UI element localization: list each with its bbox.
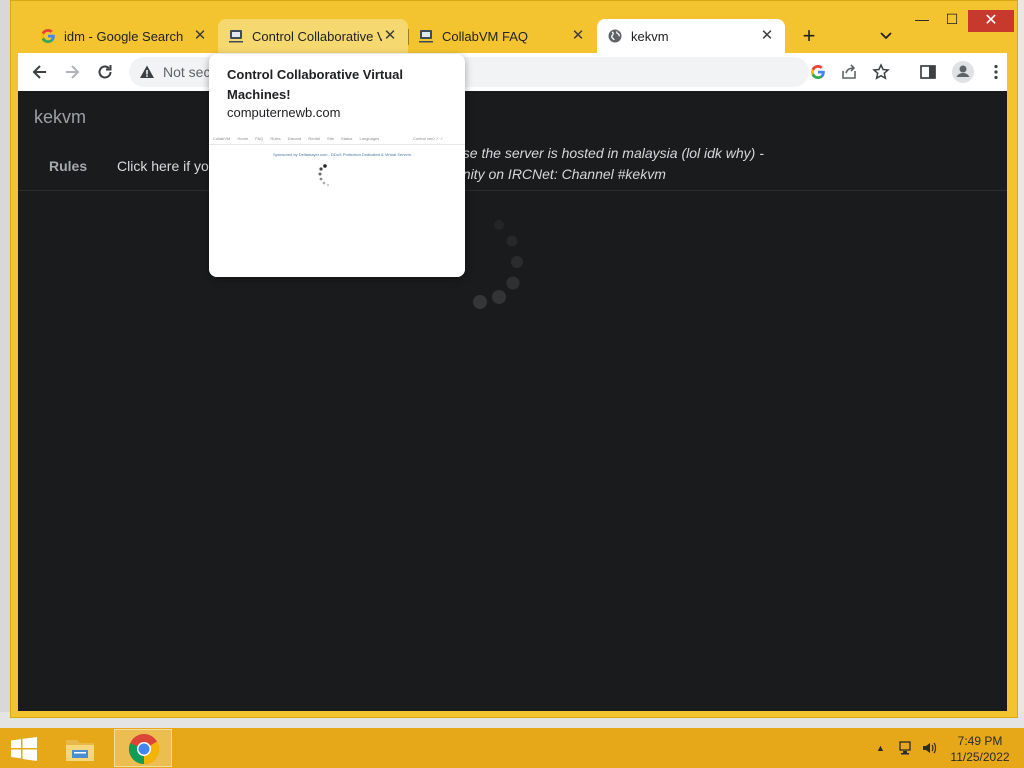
hover-card-preview: CollabVM Home FAQ Rules Discord Reddit S… xyxy=(209,132,465,277)
close-icon[interactable]: ✕ xyxy=(192,28,208,44)
tab-title: idm - Google Search xyxy=(64,28,184,44)
web-page-content: kekvm Rules Click here if yo use the ser… xyxy=(18,91,1007,711)
chrome-icon xyxy=(128,734,160,764)
preview-spinner-icon xyxy=(318,164,330,187)
forward-icon[interactable] xyxy=(62,62,82,82)
message-of-the-day: use the server is hosted in malaysia (lo… xyxy=(455,143,764,185)
chevron-down-icon[interactable] xyxy=(877,27,895,45)
desktop-background-right xyxy=(1018,0,1024,728)
motd-line-2: unity on IRCNet: Channel #kekvm xyxy=(455,166,666,182)
close-icon[interactable]: ✕ xyxy=(570,28,586,44)
globe-icon xyxy=(608,29,622,43)
tab-kekvm[interactable]: kekvm ✕ xyxy=(597,19,785,53)
collabvm-icon xyxy=(419,30,433,43)
side-panel-icon[interactable] xyxy=(919,63,937,81)
tab-title: Control Collaborative Virtual Machines! xyxy=(252,28,382,44)
preview-divider xyxy=(209,144,465,145)
collabvm-icon xyxy=(229,30,243,43)
hover-card-domain: computernewb.com xyxy=(227,105,341,120)
more-menu-icon[interactable] xyxy=(987,63,1005,81)
file-explorer-icon[interactable] xyxy=(60,731,100,767)
new-tab-button[interactable]: + xyxy=(797,25,821,49)
minimize-button[interactable]: — xyxy=(907,11,937,33)
show-hidden-icons-icon[interactable]: ▲ xyxy=(876,743,885,753)
security-status[interactable]: Not sec xyxy=(163,64,210,80)
share-icon[interactable] xyxy=(840,63,858,81)
desktop-background xyxy=(0,0,10,728)
google-icon xyxy=(41,29,55,43)
profile-avatar-icon[interactable] xyxy=(951,60,975,84)
google-lens-icon[interactable] xyxy=(810,64,826,80)
tab-strip: idm - Google Search ✕ Control Collaborat… xyxy=(11,1,1017,55)
tab-title: kekvm xyxy=(631,28,669,44)
reload-icon[interactable] xyxy=(95,62,115,82)
tab-collabvm-faq[interactable]: CollabVM FAQ ✕ xyxy=(408,19,596,53)
tab-hover-card: Control Collaborative Virtual Machines! … xyxy=(209,54,465,277)
close-window-button[interactable]: ✕ xyxy=(968,10,1014,32)
nav-link-rules[interactable]: Rules xyxy=(49,158,87,174)
back-icon[interactable] xyxy=(30,62,50,82)
warning-icon[interactable] xyxy=(139,64,155,80)
browser-window: idm - Google Search ✕ Control Collaborat… xyxy=(10,0,1018,718)
taskbar-chrome-button[interactable] xyxy=(114,729,172,767)
volume-icon[interactable] xyxy=(921,740,937,756)
bookmark-star-icon[interactable] xyxy=(872,63,890,81)
preview-navbar-right: Control vm0 ✓ ✓ xyxy=(413,136,444,141)
motd-line-1: use the server is hosted in malaysia (lo… xyxy=(455,145,764,161)
clock-time[interactable]: 7:49 PM xyxy=(940,734,1020,748)
site-brand[interactable]: kekvm xyxy=(34,107,86,128)
hover-card-title: Control Collaborative Virtual Machines! xyxy=(227,67,404,102)
tab-separator xyxy=(408,29,409,45)
preview-navbar: CollabVM Home FAQ Rules Discord Reddit S… xyxy=(213,136,380,141)
site-navbar: kekvm Rules Click here if yo use the ser… xyxy=(18,91,1007,191)
tab-control-collaborative[interactable]: Control Collaborative Virtual Machines! … xyxy=(218,19,408,53)
close-icon[interactable]: ✕ xyxy=(759,28,775,44)
preview-sponsor-text: Sponsored by Dellamayer.com - DDoS Prote… xyxy=(273,152,411,157)
network-icon[interactable] xyxy=(898,740,914,756)
loading-spinner-icon xyxy=(473,220,523,309)
taskbar: ▲ 7:49 PM 11/25/2022 xyxy=(0,728,1024,768)
close-icon[interactable]: ✕ xyxy=(382,28,398,44)
clock-date[interactable]: 11/25/2022 xyxy=(940,750,1020,764)
maximize-button[interactable]: ☐ xyxy=(937,11,967,33)
browser-toolbar: Not sec xyxy=(18,53,1007,91)
windows-start-icon[interactable] xyxy=(10,737,38,761)
tab-title: CollabVM FAQ xyxy=(442,28,528,44)
nav-link-click-here[interactable]: Click here if yo xyxy=(117,158,209,174)
tab-google-search[interactable]: idm - Google Search ✕ xyxy=(30,19,218,53)
